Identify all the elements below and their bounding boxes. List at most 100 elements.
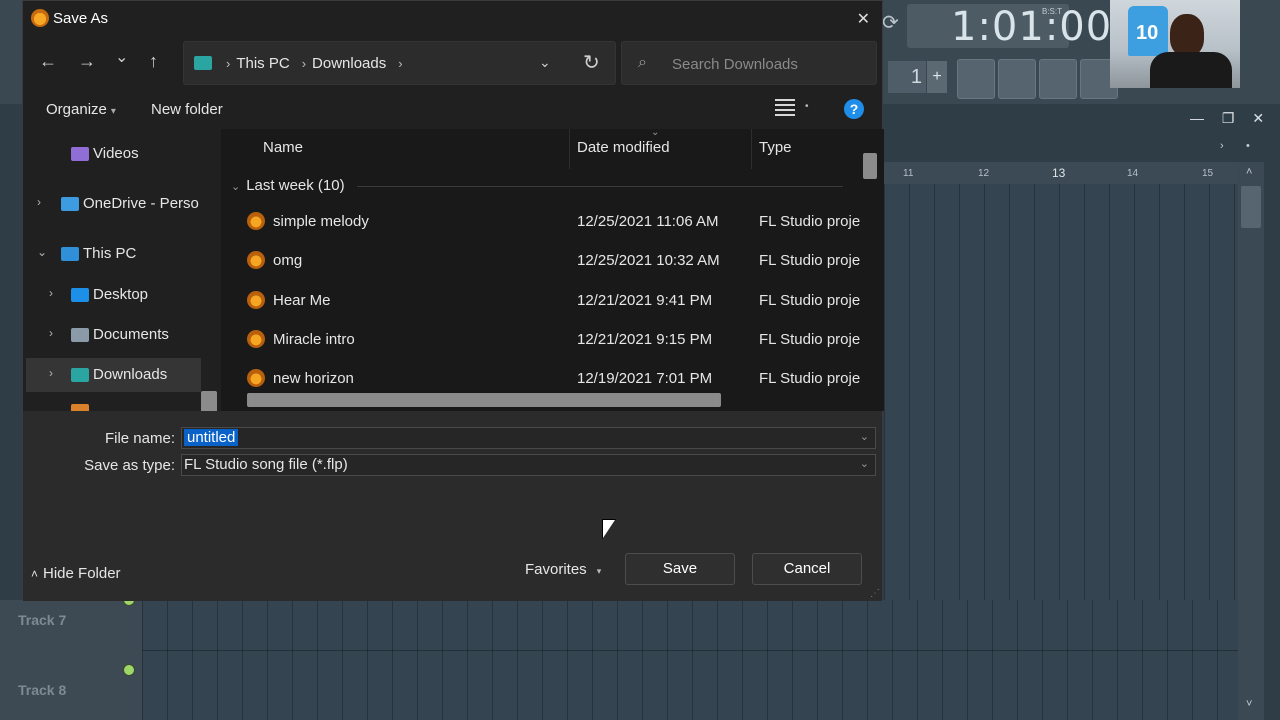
step-plus-button[interactable]: + [927, 61, 947, 93]
step-value[interactable]: 1 [888, 61, 926, 93]
nav-item-this-pc[interactable]: ⌄ This PC [23, 237, 198, 271]
music-icon [71, 404, 89, 411]
file-name-field[interactable]: untitled ⌄ [181, 427, 876, 449]
track-led[interactable] [123, 664, 135, 676]
chevron-right-icon[interactable]: › [226, 56, 230, 71]
nav-item-videos[interactable]: Videos [23, 137, 198, 171]
file-date: 12/25/2021 11:06 AM [577, 213, 719, 230]
save-as-type-select[interactable]: FL Studio song file (*.flp) ⌄ [181, 454, 876, 476]
breadcrumb-this-pc[interactable]: This PC [236, 55, 289, 72]
file-row[interactable]: new horizon 12/19/2021 7:01 PM FL Studio… [241, 360, 861, 396]
nav-item-documents[interactable]: › Documents [23, 318, 198, 352]
chevron-right-icon[interactable]: › [37, 195, 41, 209]
organize-button[interactable]: Organize ▾ [46, 101, 116, 118]
save-button[interactable]: Save [625, 553, 735, 585]
file-name: Miracle intro [273, 331, 355, 348]
chevron-down-icon[interactable]: • [805, 101, 809, 112]
up-arrow-icon[interactable]: ↑ [149, 51, 158, 72]
chevron-down-icon[interactable]: ⌄ [860, 457, 869, 470]
fl-project-icon [247, 369, 265, 387]
file-list-vertical-scroll-thumb[interactable] [863, 153, 877, 179]
scroll-up-icon[interactable]: ˄ [1246, 166, 1252, 178]
help-icon[interactable]: ? [844, 99, 864, 119]
refresh-icon[interactable]: ↻ [583, 50, 600, 75]
favorites-dropdown[interactable]: Favorites ▾ [525, 561, 601, 578]
new-folder-button[interactable]: New folder [151, 101, 223, 118]
forward-arrow-icon[interactable]: → [78, 51, 96, 72]
file-name: new horizon [273, 370, 354, 387]
track-label[interactable]: Track 7 [18, 612, 66, 628]
navpane-scroll-thumb[interactable] [201, 391, 217, 411]
scroll-down-icon[interactable]: ˅ [1246, 698, 1252, 710]
chevron-down-icon[interactable]: ⌄ [37, 245, 47, 259]
documents-icon [71, 328, 89, 342]
menu-dot-icon[interactable]: • [1246, 140, 1250, 152]
file-type: FL Studio proje [759, 213, 861, 230]
address-bar[interactable]: › This PC › Downloads › ⌄ ↻ [183, 41, 616, 85]
column-header-date[interactable]: Date modified [577, 139, 670, 156]
fl-studio-icon [31, 9, 49, 27]
group-label: Last week (10) [246, 177, 345, 194]
playlist-scrollbar[interactable]: ˄ ˅ [1238, 162, 1264, 720]
view-options-icon[interactable] [775, 99, 795, 117]
chevron-down-icon[interactable]: ⌄ [539, 54, 551, 71]
hide-folder-button[interactable]: ˄ Hide Folder [31, 565, 121, 582]
column-divider[interactable] [569, 129, 570, 169]
desktop-icon [71, 288, 89, 302]
file-date: 12/25/2021 10:32 AM [577, 252, 720, 269]
chevron-down-icon[interactable]: ⌄ [860, 430, 869, 443]
search-input[interactable] [670, 42, 874, 86]
nav-item-label: Downloads [93, 366, 168, 383]
close-icon[interactable]: ✕ [1252, 110, 1264, 126]
file-row[interactable]: omg 12/25/2021 10:32 AM FL Studio proje [241, 242, 861, 278]
close-button[interactable]: ✕ [857, 9, 870, 29]
favorites-label: Favorites [525, 561, 587, 578]
file-row[interactable]: simple melody 12/25/2021 11:06 AM FL Stu… [241, 203, 861, 239]
track-label[interactable]: Track 8 [18, 682, 66, 698]
playlist-scroll-thumb[interactable] [1241, 186, 1261, 228]
cancel-button[interactable]: Cancel [752, 553, 862, 585]
minimize-icon[interactable]: — [1190, 110, 1204, 126]
nav-item-downloads[interactable]: › Downloads [26, 358, 201, 392]
playlist-grid-lower[interactable] [142, 600, 1238, 720]
file-row[interactable]: Hear Me 12/21/2021 9:41 PM FL Studio pro… [241, 282, 861, 318]
playlist-tool-icon[interactable] [957, 59, 995, 99]
recent-locations-icon[interactable]: ⌄ [115, 47, 128, 67]
file-type: FL Studio proje [759, 252, 861, 269]
dialog-titlebar[interactable]: Save As ✕ [23, 1, 882, 37]
piano-roll-icon[interactable] [998, 59, 1036, 99]
timeline-ruler[interactable]: 11 12 13 14 15 [884, 162, 1238, 184]
nav-item-onedrive[interactable]: › OneDrive - Perso [23, 187, 199, 221]
group-header[interactable]: ⌄ Last week (10) [231, 177, 345, 194]
chevron-down-icon: ▾ [110, 106, 116, 117]
scroll-right-icon[interactable]: › [1220, 140, 1224, 152]
chevron-right-icon[interactable]: › [398, 56, 402, 71]
restore-icon[interactable]: ❐ [1222, 110, 1235, 126]
nav-item-desktop[interactable]: › Desktop [23, 278, 198, 312]
nav-item-music[interactable] [23, 398, 198, 411]
song-position-display[interactable]: 1:01:00 B:S:T [907, 4, 1111, 50]
file-name: Hear Me [273, 292, 331, 309]
file-name-value[interactable]: untitled [184, 429, 239, 446]
sort-chevron-icon: ⌄ [651, 129, 660, 138]
channel-rack-icon[interactable] [1039, 59, 1077, 99]
column-divider[interactable] [751, 129, 752, 169]
chevron-right-icon[interactable]: › [49, 366, 53, 380]
breadcrumb: › This PC › Downloads › [220, 55, 409, 72]
nav-item-label: Videos [93, 145, 139, 162]
file-type: FL Studio proje [759, 370, 861, 387]
chevron-right-icon[interactable]: › [49, 326, 53, 340]
column-header-type[interactable]: Type [759, 139, 792, 156]
file-list-horizontal-scroll-thumb[interactable] [247, 393, 721, 407]
breadcrumb-downloads[interactable]: Downloads [312, 55, 386, 72]
chevron-right-icon[interactable]: › [302, 56, 306, 71]
onedrive-icon [61, 197, 79, 211]
chevron-down-icon: ▾ [596, 566, 602, 576]
file-row[interactable]: Miracle intro 12/21/2021 9:15 PM FL Stud… [241, 321, 861, 357]
resize-grip-icon[interactable]: ⋰ [870, 588, 880, 599]
column-header-name[interactable]: Name [263, 139, 303, 156]
back-arrow-icon[interactable]: ← [39, 51, 57, 72]
person-head [1170, 14, 1204, 56]
sync-icon[interactable]: ⟳ [882, 10, 904, 40]
chevron-right-icon[interactable]: › [49, 286, 53, 300]
